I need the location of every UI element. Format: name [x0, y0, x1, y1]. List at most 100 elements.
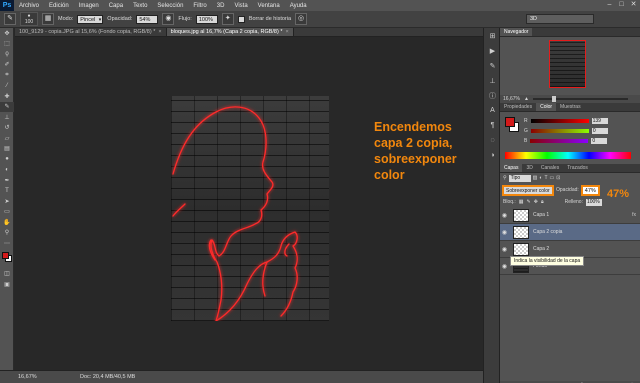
minimize-button[interactable]: –: [605, 1, 614, 9]
menu-filtro[interactable]: Filtro: [188, 3, 211, 9]
blur-tool-icon[interactable]: ●: [0, 154, 14, 165]
eye-icon[interactable]: ◉: [500, 212, 509, 219]
character-panel-icon[interactable]: A: [484, 103, 501, 118]
workspace-select[interactable]: 3D: [526, 14, 594, 24]
pen-tool-icon[interactable]: ✒: [0, 175, 14, 186]
lock-transparent-icon[interactable]: ▦: [519, 199, 524, 205]
color-swatches[interactable]: [0, 249, 13, 269]
brush-tool-icon[interactable]: ✎: [4, 13, 16, 25]
adjustments-panel-icon[interactable]: ◑: [484, 148, 501, 163]
menu-vista[interactable]: Vista: [229, 3, 252, 9]
close-tab-icon[interactable]: ×: [285, 29, 288, 35]
filter-adjustment-icon[interactable]: ◐: [539, 175, 542, 181]
crop-tool-icon[interactable]: ⌗: [0, 70, 14, 81]
marquee-tool-icon[interactable]: ⬚: [0, 39, 14, 50]
foreground-color-swatch[interactable]: [2, 251, 9, 259]
path-select-tool-icon[interactable]: ➤: [0, 196, 14, 207]
green-slider[interactable]: [530, 128, 589, 133]
lock-position-icon[interactable]: ✥: [534, 199, 538, 205]
zoom-out-icon[interactable]: ▲: [524, 96, 529, 102]
brush-panel-icon[interactable]: ✎: [484, 58, 501, 73]
green-value[interactable]: 0: [591, 127, 608, 134]
history-checkbox[interactable]: [237, 15, 245, 23]
tab-navegador[interactable]: Navegador: [500, 28, 533, 36]
blue-slider[interactable]: [530, 138, 589, 143]
document-canvas[interactable]: [171, 96, 329, 321]
stamp-tool-icon[interactable]: ⊥: [0, 112, 14, 123]
eye-icon[interactable]: ◉: [500, 229, 509, 236]
filter-type-icon[interactable]: T: [544, 175, 547, 181]
tab-muestras[interactable]: Muestras: [556, 103, 585, 111]
tab-3d[interactable]: 3D: [522, 164, 536, 172]
layer-kind-select[interactable]: Tipo: [508, 174, 531, 182]
info-panel-icon[interactable]: ⓘ: [484, 88, 501, 103]
tab-capas[interactable]: Capas: [500, 164, 523, 172]
navigator-zoom-slider[interactable]: [532, 96, 628, 102]
tab-canales[interactable]: Canales: [537, 164, 563, 172]
opacity-input[interactable]: 54%: [136, 14, 159, 24]
airbrush-icon[interactable]: ✦: [221, 13, 234, 25]
menu-ventana[interactable]: Ventana: [253, 3, 285, 9]
close-tab-icon[interactable]: ×: [158, 29, 161, 35]
menu-texto[interactable]: Texto: [128, 3, 152, 9]
pressure-opacity-icon[interactable]: ◉: [162, 13, 175, 25]
move-tool-icon[interactable]: ✥: [0, 28, 14, 39]
filter-shape-icon[interactable]: ▭: [550, 175, 555, 181]
tab-color[interactable]: Color: [536, 103, 557, 111]
history-panel-icon[interactable]: ⊞: [484, 28, 501, 43]
tab-propiedades[interactable]: Propiedades: [500, 103, 536, 111]
menu-imagen[interactable]: Imagen: [74, 3, 104, 9]
healing-tool-icon[interactable]: ✚: [0, 91, 14, 102]
eye-icon[interactable]: ◉: [500, 246, 509, 253]
quick-mask-icon[interactable]: ◫: [0, 269, 14, 280]
pressure-size-icon[interactable]: ◎: [295, 13, 308, 25]
paragraph-panel-icon[interactable]: ¶: [484, 118, 501, 133]
eyedropper-tool-icon[interactable]: ⁄: [0, 81, 14, 92]
eraser-tool-icon[interactable]: ▱: [0, 133, 14, 144]
gradient-tool-icon[interactable]: ▤: [0, 144, 14, 155]
flow-input[interactable]: 100%: [195, 14, 218, 24]
maximize-button[interactable]: □: [617, 1, 626, 9]
screen-mode-icon[interactable]: ▣: [0, 279, 14, 290]
brush-preset-picker[interactable]: ● 100: [20, 12, 38, 26]
tab-document-1[interactable]: 100_9129 - copia.JPG al 15,6% (Fondo cop…: [15, 28, 167, 36]
layer-row-capa-2-copia[interactable]: ◉ Capa 2 copia: [500, 224, 640, 241]
clone-source-icon[interactable]: ⊥: [484, 73, 501, 88]
hand-tool-icon[interactable]: ✋: [0, 217, 14, 228]
navigator-thumbnail[interactable]: [549, 40, 586, 88]
tab-trazados[interactable]: Trazados: [563, 164, 592, 172]
menu-3d[interactable]: 3D: [212, 3, 230, 9]
color-spectrum[interactable]: [505, 152, 631, 159]
red-slider[interactable]: [530, 118, 589, 123]
menu-capa[interactable]: Capa: [104, 3, 128, 9]
menu-ayuda[interactable]: Ayuda: [285, 3, 312, 9]
dodge-tool-icon[interactable]: ◐: [0, 165, 14, 176]
blue-value[interactable]: 0: [591, 137, 608, 144]
type-tool-icon[interactable]: T: [0, 186, 14, 197]
fx-icon[interactable]: fx: [632, 212, 636, 218]
close-button[interactable]: ✕: [629, 1, 638, 9]
quick-select-tool-icon[interactable]: ✐: [0, 60, 14, 71]
tab-document-2[interactable]: bloques.jpg al 16,7% (Capa 2 copia, RGB/…: [166, 28, 294, 36]
eye-icon[interactable]: ◉: [500, 263, 509, 270]
zoom-level[interactable]: 16,67%: [0, 374, 40, 380]
lasso-tool-icon[interactable]: ϙ: [0, 49, 14, 60]
actions-panel-icon[interactable]: ▶: [484, 43, 501, 58]
red-value[interactable]: 139: [591, 117, 608, 124]
menu-seleccion[interactable]: Selección: [152, 3, 188, 9]
fg-color-chip[interactable]: [505, 117, 515, 127]
mode-select[interactable]: Pincel: [77, 14, 104, 25]
menu-archivo[interactable]: Archivo: [14, 3, 44, 9]
brush-panel-icon[interactable]: ▦: [42, 13, 54, 25]
history-brush-tool-icon[interactable]: ↺: [0, 123, 14, 134]
layer-opacity-input[interactable]: 47%: [580, 184, 600, 196]
lock-image-icon[interactable]: ✎: [527, 199, 531, 205]
paths-panel-icon[interactable]: ◌: [484, 133, 501, 148]
menu-edicion[interactable]: Edición: [44, 3, 74, 9]
layer-row-capa-1[interactable]: ◉ Capa 1 fx: [500, 207, 640, 224]
lock-all-icon[interactable]: 🔒︎: [541, 199, 544, 205]
fill-input[interactable]: 100%: [585, 198, 602, 206]
navigator-zoom-value[interactable]: 16,67%: [503, 96, 520, 102]
filter-smart-icon[interactable]: ⊡: [556, 175, 560, 181]
canvas-area[interactable]: Encendemos capa 2 copia, sobreexponer co…: [15, 37, 483, 370]
